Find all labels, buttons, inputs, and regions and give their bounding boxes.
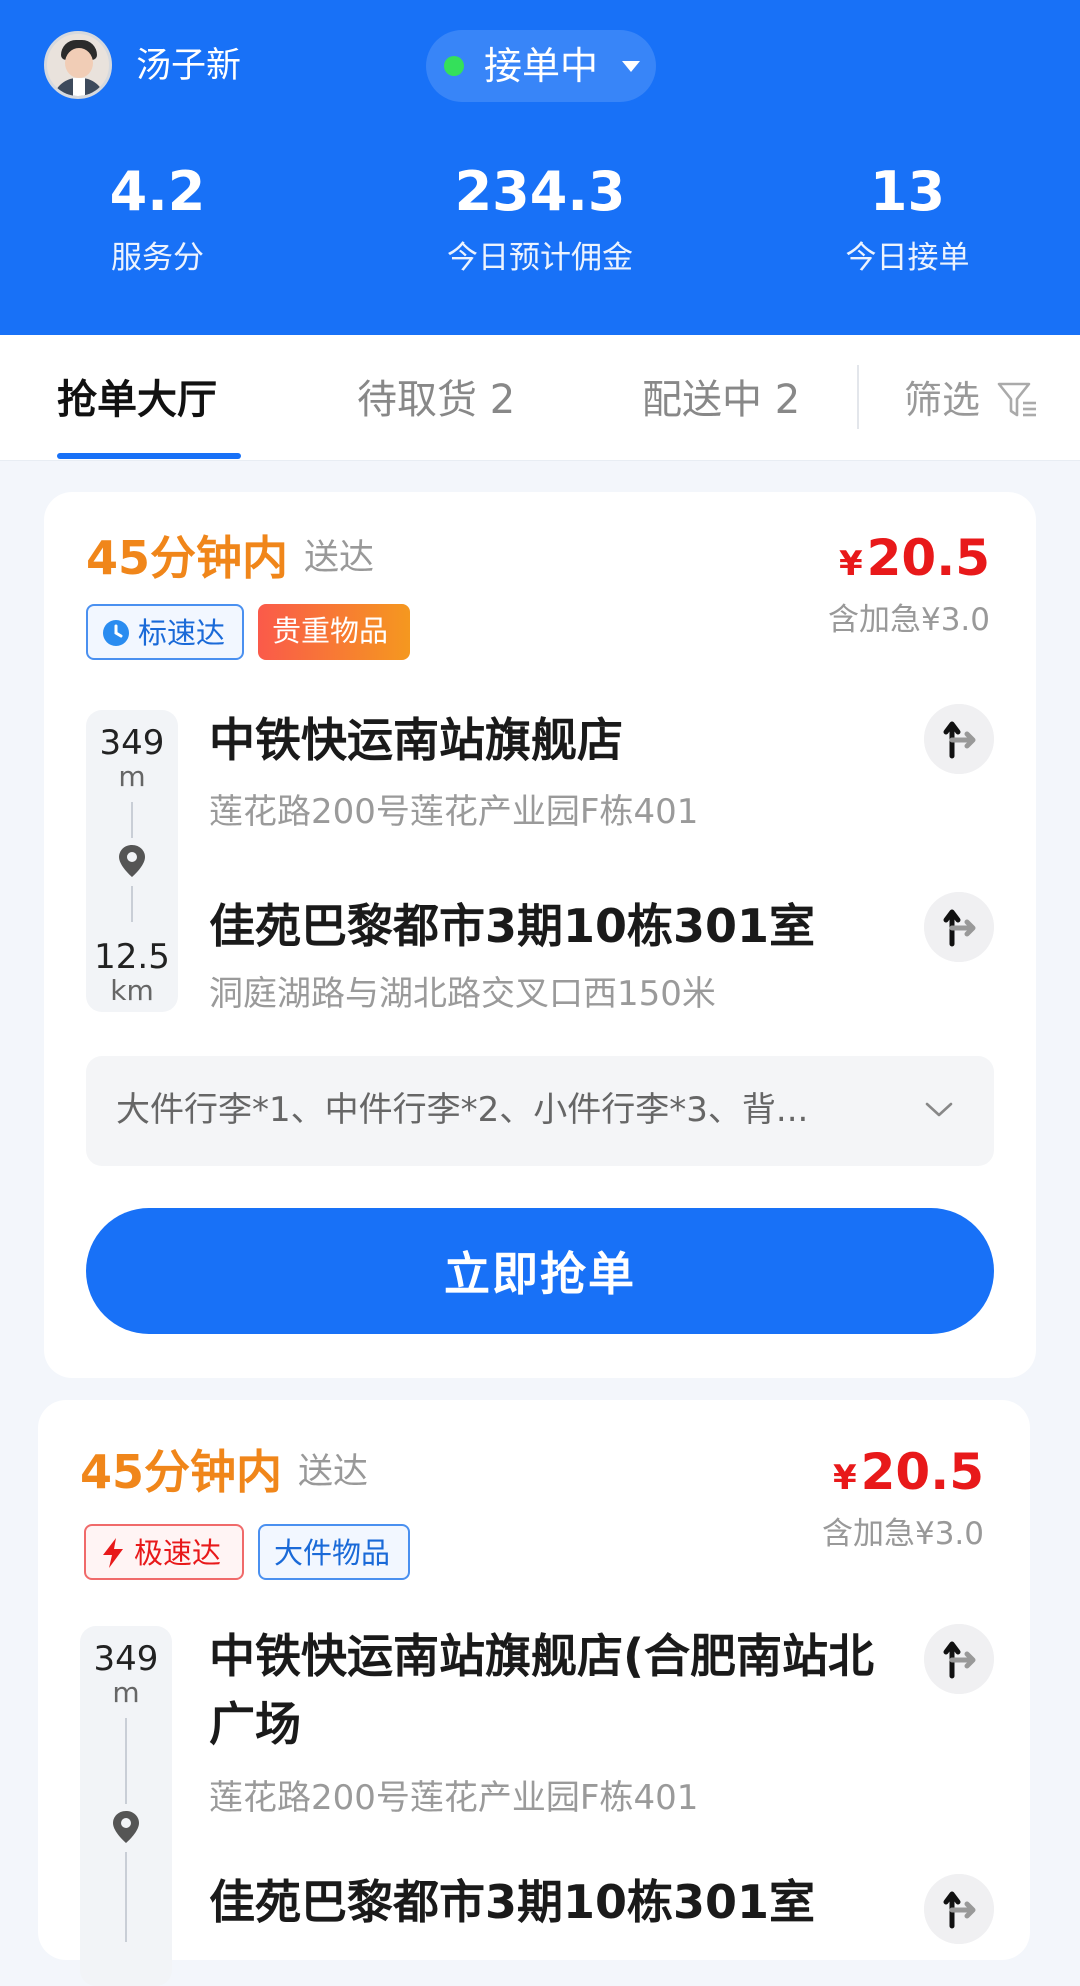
- eta-suffix: 送达: [298, 1452, 369, 1492]
- items-summary[interactable]: 大件行李*1、中件行李*2、小件行李*3、背...: [86, 1056, 994, 1166]
- distance-unit: m: [112, 1676, 140, 1709]
- route-distance-bar: 349 m 12.5 km: [86, 710, 178, 1012]
- route-line: [131, 886, 133, 922]
- location-pin-icon: [119, 845, 145, 877]
- route-line: [125, 1852, 127, 1942]
- eta-time: 45分钟内: [86, 531, 289, 585]
- items-text: 大件行李*1、中件行李*2、小件行李*3、背...: [116, 1090, 809, 1130]
- tab-bar: 抢单大厅 待取货 2 配送中 2 筛选: [0, 335, 1080, 461]
- stat-label: 今日预计佣金: [447, 240, 633, 276]
- grab-order-button[interactable]: 立即抢单: [86, 1208, 994, 1334]
- distance-unit: km: [110, 974, 154, 1007]
- tag-label: 大件物品: [274, 1536, 391, 1570]
- username: 汤子新: [136, 46, 242, 86]
- clock-icon: [103, 620, 129, 646]
- avatar[interactable]: [44, 31, 112, 99]
- active-tab-indicator: [57, 453, 241, 459]
- tag-large-item: 大件物品: [258, 1524, 410, 1580]
- dropoff-distance: 12.5 km: [86, 938, 178, 1006]
- stat-value: 234.3: [454, 160, 626, 223]
- distance-value: 349: [93, 1639, 159, 1679]
- urgent-surcharge: 含加急¥3.0: [821, 1516, 984, 1552]
- route-distance-bar: 349 m: [80, 1626, 172, 1986]
- stat-label: 今日接单: [845, 240, 970, 276]
- stat-value: 13: [869, 160, 946, 223]
- stat-orders-today: 13 今日接单: [820, 160, 995, 280]
- filter-icon[interactable]: [996, 379, 1038, 421]
- tag-label: 贵重物品: [272, 614, 389, 648]
- eta-suffix: 送达: [304, 538, 375, 578]
- currency-symbol: ¥: [838, 544, 863, 584]
- tag-express: 极速达: [84, 1524, 244, 1580]
- distance-value: 349: [99, 723, 165, 763]
- filter-button[interactable]: 筛选: [904, 375, 980, 425]
- tab-delivering[interactable]: 配送中 2: [642, 375, 800, 425]
- navigate-dropoff-button[interactable]: [924, 892, 994, 962]
- distance-unit: m: [118, 760, 146, 793]
- order-card[interactable]: 45分钟内 送达 ¥20.5 含加急¥3.0 极速达 大件物品 349 m 中铁…: [38, 1400, 1030, 1986]
- divider: [857, 365, 859, 429]
- tag-label: 极速达: [134, 1536, 222, 1570]
- price-value: 20.5: [860, 1443, 984, 1501]
- dropoff-name: 佳苑巴黎都市3期10栋301室: [209, 1875, 816, 1929]
- stat-label: 服务分: [111, 240, 204, 276]
- tab-awaiting-pickup[interactable]: 待取货 2: [357, 375, 515, 425]
- stat-service-score: 4.2 服务分: [70, 160, 245, 280]
- order-price: ¥20.5: [833, 1444, 984, 1506]
- location-pin-icon: [113, 1811, 139, 1843]
- price-value: 20.5: [866, 529, 990, 587]
- dropoff-name: 佳苑巴黎都市3期10栋301室: [209, 899, 816, 953]
- urgent-surcharge: 含加急¥3.0: [827, 602, 990, 638]
- online-status-dot: [444, 56, 464, 76]
- navigate-dropoff-button[interactable]: [924, 1874, 994, 1944]
- pickup-distance: 349 m: [86, 724, 178, 792]
- lightning-icon: [103, 1538, 123, 1568]
- currency-symbol: ¥: [832, 1458, 857, 1498]
- status-dropdown[interactable]: 接单中: [426, 30, 656, 102]
- navigate-pickup-button[interactable]: [924, 704, 994, 774]
- tag-label: 标速达: [138, 616, 226, 650]
- order-price: ¥20.5: [839, 530, 990, 592]
- tab-order-hall[interactable]: 抢单大厅: [57, 375, 217, 425]
- status-label: 接单中: [484, 44, 599, 88]
- tag-standard-speed: 标速达: [86, 604, 244, 660]
- stat-value: 4.2: [109, 160, 206, 223]
- route-line: [131, 802, 133, 838]
- navigate-pickup-button[interactable]: [924, 1624, 994, 1694]
- order-card[interactable]: 45分钟内 送达 ¥20.5 含加急¥3.0 标速达 贵重物品 349 m 12…: [44, 492, 1036, 1378]
- dropoff-address: 洞庭湖路与湖北路交叉口西150米: [209, 974, 716, 1014]
- caret-down-icon: [622, 61, 640, 72]
- distance-value: 12.5: [94, 937, 170, 977]
- route-line: [125, 1718, 127, 1804]
- pickup-address: 莲花路200号莲花产业园F栋401: [209, 792, 699, 832]
- stat-commission: 234.3 今日预计佣金: [400, 160, 680, 280]
- pickup-distance: 349 m: [80, 1640, 172, 1708]
- pickup-address: 莲花路200号莲花产业园F栋401: [209, 1778, 699, 1818]
- eta-time: 45分钟内: [80, 1445, 283, 1499]
- pickup-name: 中铁快运南站旗舰店: [209, 713, 623, 767]
- header: 汤子新 接单中 4.2 服务分 234.3 今日预计佣金 13 今日接单: [0, 0, 1080, 335]
- chevron-down-icon[interactable]: [924, 1094, 954, 1124]
- tag-valuable: 贵重物品: [258, 604, 410, 660]
- pickup-name: 中铁快运南站旗舰店(合肥南站北广场: [209, 1629, 875, 1751]
